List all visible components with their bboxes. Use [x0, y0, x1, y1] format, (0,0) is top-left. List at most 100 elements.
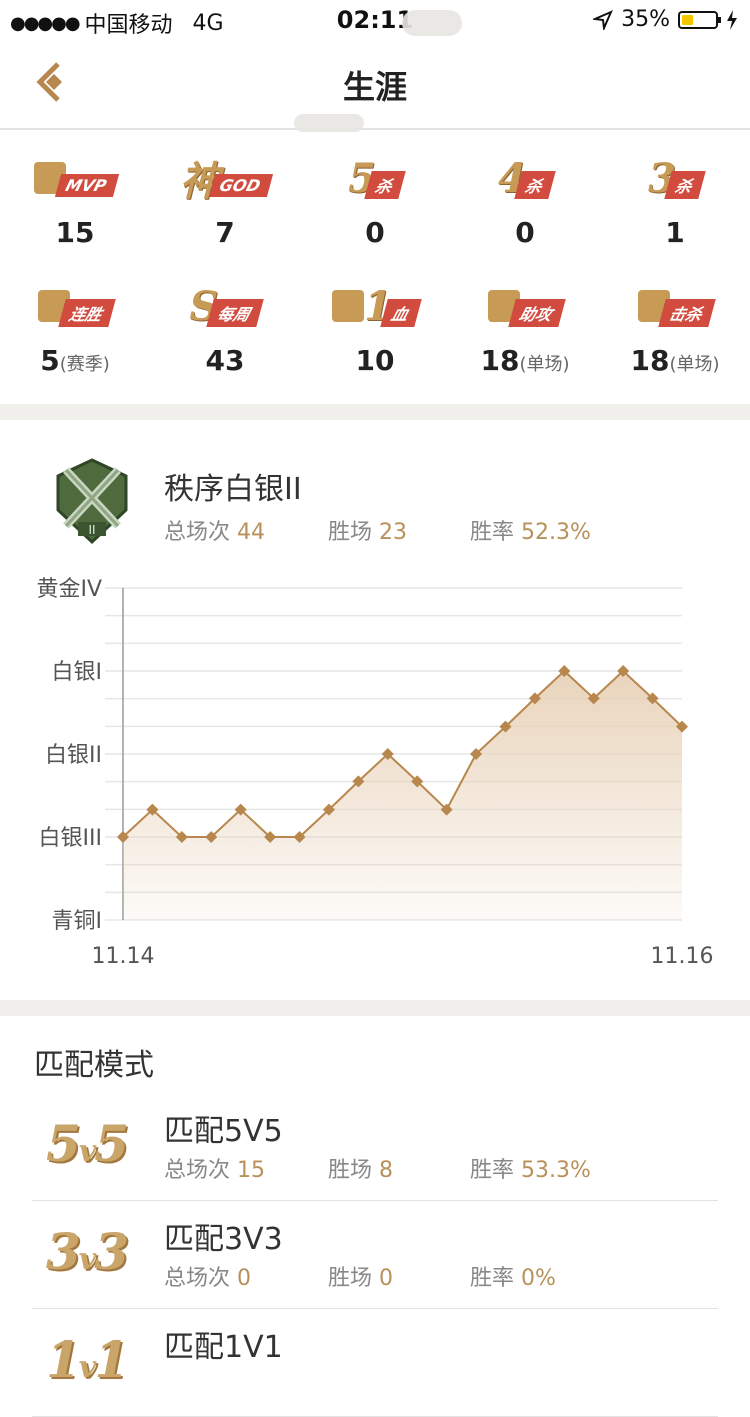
mode-logo-icon: 3v3 [46, 1222, 129, 1281]
badge-ribbon: MVP [54, 173, 120, 197]
y-tick-label: 白银III [39, 826, 102, 851]
y-tick-label: 黄金IV [36, 577, 102, 602]
mode-logo-icon: 1v1 [46, 1330, 129, 1389]
section-divider [0, 404, 750, 420]
stat-number: 10 [355, 344, 395, 377]
stat-number: 5 [40, 344, 60, 377]
svg-text:II: II [88, 523, 95, 537]
win-rate-value: 0% [521, 1266, 556, 1291]
win-rate-value: 53.3% [521, 1158, 591, 1183]
stat-badge: 1血 [300, 280, 450, 332]
badge-ribbon: 杀 [514, 171, 556, 199]
location-arrow-icon [593, 9, 614, 30]
stat-item: 击杀 18(单场) [600, 280, 750, 377]
x-tick-label: 11.16 [651, 944, 714, 969]
stat-number: 7 [215, 216, 235, 249]
stat-unit: (赛季) [59, 354, 110, 375]
stat-item: 神 GOD 7 [150, 152, 300, 249]
badge-ribbon: 杀 [364, 171, 406, 199]
total-games-value: 15 [237, 1158, 266, 1183]
win-rate-label: 胜率 [470, 1158, 515, 1183]
mode-row[interactable]: 5v5 匹配5V5 总场次 15 胜场 8 胜率 53.3% [32, 1092, 718, 1201]
logo-left: 3 [46, 1222, 81, 1281]
blood-drop-icon [332, 290, 365, 322]
stat-number: 0 [365, 216, 385, 249]
nav-bar: 生涯 [0, 10, 750, 132]
stat-item: 1 血 10 [300, 280, 450, 377]
stat-item: 助攻 18(单场) [450, 280, 600, 377]
mode-row[interactable]: 1v1 匹配1V1 [32, 1308, 718, 1417]
stat-badge: 击杀 [600, 280, 750, 332]
stat-badge: 5杀 [300, 152, 450, 204]
stat-badge: 神 GOD [150, 152, 300, 205]
mode-row[interactable]: 3v3 匹配3V3 总场次 0 胜场 0 胜率 0% [32, 1200, 718, 1309]
total-games-value: 44 [237, 520, 266, 545]
status-bar: ●●●●● 中国移动 4G 02:11 35% [0, 0, 750, 40]
achievement-stats: MVP 15 神 GOD 7 5 杀 0 4 杀 0 3 杀 1 连胜 5(赛季) S 每周 43 1 血 10 助攻 18(… [0, 130, 750, 404]
stat-number: 1 [665, 216, 685, 249]
y-tick-label: 白银II [45, 743, 102, 768]
stat-value: 18(单场) [450, 344, 600, 377]
wins-label: 胜场 [328, 1158, 373, 1183]
charging-bolt-icon [727, 9, 737, 30]
logo-right: 1 [94, 1330, 129, 1389]
wins-value: 0 [379, 1266, 394, 1291]
badge-ribbon: 击杀 [658, 299, 716, 327]
stat-value: 5(赛季) [0, 344, 150, 377]
y-tick-label: 白银I [52, 660, 103, 685]
wins-label: 胜场 [328, 1266, 373, 1291]
total-games-label: 总场次 [164, 520, 231, 545]
mode-name: 匹配3V3 [164, 1222, 283, 1257]
badge-ribbon: 血 [380, 299, 422, 327]
battery-icon [678, 10, 721, 29]
stat-item: S 每周 43 [150, 280, 300, 377]
section-title: 匹配模式 [34, 1048, 154, 1083]
stat-value: 15 [0, 216, 150, 249]
stat-item: 4杀 0 [450, 152, 600, 249]
badge-ribbon: 助攻 [508, 299, 566, 327]
wins-value: 23 [379, 520, 408, 545]
stat-number: 43 [205, 344, 245, 377]
stat-unit: (单场) [669, 354, 720, 375]
stat-item: 3杀 1 [600, 152, 750, 249]
page-title: 生涯 [342, 68, 407, 106]
cloud-decoration [402, 10, 462, 36]
win-rate-label: 胜率 [470, 1266, 515, 1291]
stat-badge: 助攻 [450, 280, 600, 332]
section-divider [0, 1000, 750, 1016]
stat-badge: 连胜 [0, 280, 150, 332]
rank-history-chart: 青铜I 白银III 白银II 白银I 黄金IV 11.14 11.16 [36, 577, 714, 969]
silver-rank-emblem-icon: II [56, 458, 128, 545]
logo-v: v [78, 1134, 96, 1169]
stat-badge: MVP [0, 152, 150, 204]
wins-label: 胜场 [328, 520, 373, 545]
stat-value: 1 [600, 216, 750, 249]
mode-name: 匹配1V1 [164, 1330, 283, 1365]
wins-value: 8 [379, 1158, 394, 1183]
mode-logo-icon: 5v5 [46, 1114, 129, 1173]
logo-right: 3 [94, 1222, 129, 1281]
badge-ribbon: 连胜 [58, 299, 116, 327]
win-rate-value: 52.3% [521, 520, 591, 545]
stat-item: 连胜 5(赛季) [0, 280, 150, 377]
total-games-value: 0 [237, 1266, 252, 1291]
badge-ribbon: 每周 [206, 299, 265, 327]
mode-name: 匹配5V5 [164, 1114, 283, 1149]
logo-v: v [78, 1350, 96, 1385]
stat-unit: (单场) [519, 354, 570, 375]
total-games-label: 总场次 [164, 1266, 231, 1291]
stat-value: 7 [150, 216, 300, 249]
total-games-label: 总场次 [164, 1158, 231, 1183]
stat-value: 43 [150, 344, 300, 377]
stat-number: 18 [480, 344, 520, 377]
rank-title: 秩序白银II [164, 472, 302, 507]
stat-item: MVP 15 [0, 152, 150, 249]
stat-value: 10 [300, 344, 450, 377]
stat-badge: S 每周 [150, 280, 300, 332]
stat-item: 5杀 0 [300, 152, 450, 249]
x-tick-label: 11.14 [92, 944, 155, 969]
area-fill [123, 671, 682, 920]
stat-number: 0 [515, 216, 535, 249]
stat-value: 0 [450, 216, 600, 249]
badge-ribbon: GOD [208, 173, 274, 197]
